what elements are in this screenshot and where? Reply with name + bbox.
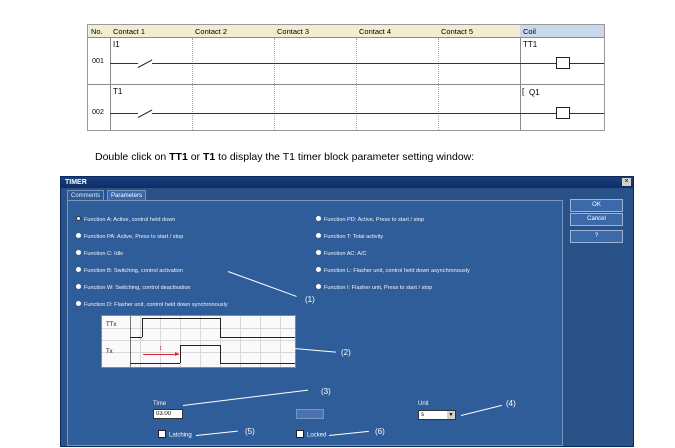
row-number: 002	[92, 109, 104, 116]
radio-function-a[interactable]: Function A: Active, control held down	[76, 215, 175, 225]
checkbox-icon	[158, 430, 166, 438]
radio-icon	[316, 233, 321, 239]
coil-symbol[interactable]	[556, 107, 570, 119]
unit-select[interactable]: s ▼	[418, 410, 456, 420]
unit-label: Unit	[418, 401, 429, 407]
timer-dialog: TIMER × Comments Parameters OK Cancel ? …	[60, 176, 634, 447]
header-contact-5: Contact 5	[438, 25, 520, 38]
annotation-1: (1)	[305, 295, 315, 304]
cancel-button[interactable]: Cancel	[570, 213, 623, 226]
graph-label-ttx: TTx	[106, 322, 117, 328]
radio-icon	[316, 216, 321, 222]
close-button[interactable]: ×	[622, 178, 631, 186]
header-contact-2: Contact 2	[192, 25, 274, 38]
annotation-6: (6)	[375, 427, 385, 436]
radio-function-l[interactable]: Function L: Flasher unit, control held d…	[316, 266, 470, 276]
radio-icon	[316, 267, 321, 273]
row-number: 001	[92, 58, 104, 65]
radio-function-c[interactable]: Function C: Idle	[76, 249, 123, 259]
radio-function-w[interactable]: Function W: Switching, control deactivat…	[76, 283, 191, 293]
annotation-2: (2)	[341, 348, 351, 357]
radio-function-pd[interactable]: Function PD: Active, Press to start / st…	[316, 215, 424, 225]
radio-icon	[76, 284, 81, 290]
radio-selected-icon	[76, 216, 81, 222]
header-contact-4: Contact 4	[356, 25, 438, 38]
coil-label: TT1	[523, 40, 538, 49]
chevron-down-icon[interactable]: ▼	[447, 411, 455, 419]
help-button[interactable]: ?	[570, 230, 623, 243]
radio-icon	[316, 250, 321, 256]
radio-icon	[76, 301, 81, 307]
dialog-title: TIMER	[65, 179, 87, 186]
header-contact-1: Contact 1	[110, 25, 192, 38]
radio-function-b[interactable]: Function B: Switching, control activatio…	[76, 266, 183, 276]
coil-prefix: [	[522, 87, 525, 96]
instruction-text: Double click on TT1 or T1 to display the…	[95, 151, 475, 163]
rung-line	[110, 113, 604, 114]
checkbox-icon	[296, 430, 304, 438]
coil-label: Q1	[529, 88, 540, 97]
radio-function-d[interactable]: Function D: Flasher unit, control held d…	[76, 300, 228, 310]
timing-diagram: TTx Tx t	[101, 315, 296, 368]
contact-label: I1	[113, 40, 120, 49]
radio-icon	[316, 284, 321, 290]
annotation-5: (5)	[245, 427, 255, 436]
header-contact-3: Contact 3	[274, 25, 356, 38]
ok-button[interactable]: OK	[570, 199, 623, 212]
radio-function-ac[interactable]: Function AC: A/C	[316, 249, 367, 259]
radio-icon	[76, 267, 81, 273]
header-coil: Coil	[520, 25, 604, 38]
graph-t-label: t	[160, 346, 162, 352]
dialog-title-bar: TIMER	[61, 177, 633, 188]
locked-checkbox[interactable]: Locked	[296, 430, 326, 440]
radio-icon	[76, 250, 81, 256]
disabled-field	[296, 409, 324, 419]
annotation-4: (4)	[506, 399, 516, 408]
time-label: Time	[153, 401, 167, 407]
radio-function-pa[interactable]: Function PA: Active, Press to start / st…	[76, 232, 183, 242]
rung-line	[110, 63, 604, 64]
row-separator	[88, 84, 604, 85]
annotation-3: (3)	[321, 387, 331, 396]
header-no: No.	[88, 25, 110, 38]
coil-symbol[interactable]	[556, 57, 570, 69]
latching-checkbox[interactable]: Latching	[158, 430, 192, 440]
time-input[interactable]	[153, 409, 183, 419]
radio-function-t[interactable]: Function T: Total activity	[316, 232, 383, 242]
contact-label: T1	[113, 87, 123, 96]
radio-icon	[76, 233, 81, 239]
ladder-diagram: No. Contact 1 Contact 2 Contact 3 Contac…	[87, 24, 605, 131]
radio-function-i[interactable]: Function I: Flasher unit, Press to start…	[316, 283, 432, 293]
graph-label-tx: Tx	[106, 349, 113, 355]
